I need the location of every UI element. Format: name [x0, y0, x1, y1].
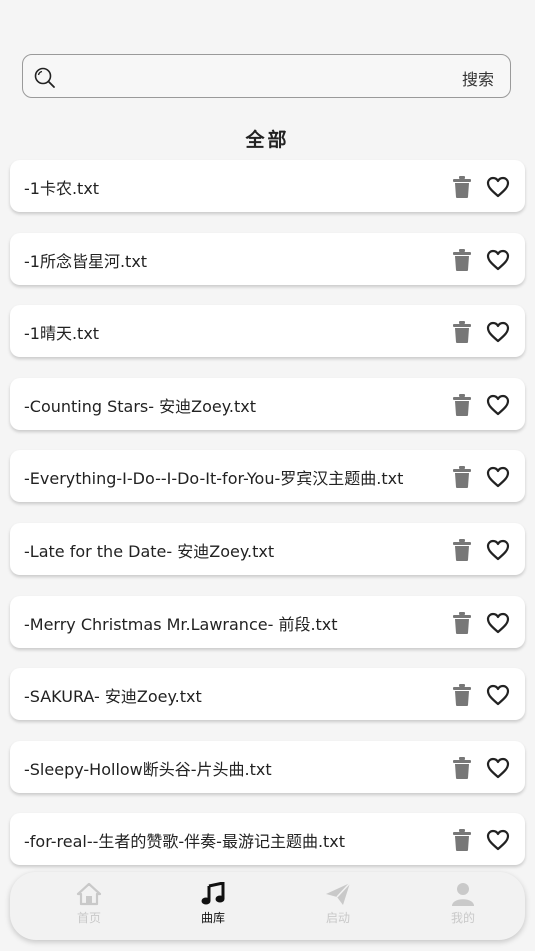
user-icon — [452, 883, 474, 906]
heart-icon[interactable] — [486, 321, 510, 343]
song-name: -Sleepy-Hollow断头谷-片头曲.txt — [24, 760, 272, 779]
song-list-item[interactable]: -for-real--生者的赞歌-伴奏-最游记主题曲.txt — [10, 813, 525, 865]
trash-icon[interactable] — [452, 393, 472, 417]
song-name: -Everything-I-Do--I-Do-It-for-You-罗宾汉主题曲… — [24, 469, 404, 488]
heart-icon[interactable] — [486, 394, 510, 416]
song-name: -1卡农.txt — [24, 179, 100, 198]
search-button[interactable]: 搜索 — [462, 66, 494, 90]
nav-item-launch[interactable]: 启动 — [298, 882, 378, 926]
heart-icon[interactable] — [486, 757, 510, 779]
nav-item-home[interactable]: 首页 — [49, 882, 129, 926]
trash-icon[interactable] — [452, 248, 472, 272]
trash-icon[interactable] — [452, 756, 472, 780]
song-name: -Merry Christmas Mr.Lawrance- 前段.txt — [24, 615, 338, 634]
song-list-item[interactable]: -Merry Christmas Mr.Lawrance- 前段.txt — [10, 596, 525, 648]
trash-icon[interactable] — [452, 611, 472, 635]
song-list-item[interactable]: -1晴天.txt — [10, 305, 525, 357]
trash-icon[interactable] — [452, 538, 472, 562]
song-name: -SAKURA- 安迪Zoey.txt — [24, 687, 202, 706]
search-bar: 搜索 — [22, 54, 511, 98]
trash-icon[interactable] — [452, 465, 472, 489]
search-input[interactable] — [63, 63, 447, 93]
heart-icon[interactable] — [486, 176, 510, 198]
song-name: -1晴天.txt — [24, 324, 100, 343]
song-list-item[interactable]: -Everything-I-Do--I-Do-It-for-You-罗宾汉主题曲… — [10, 450, 525, 502]
nav-label-mine: 我的 — [450, 911, 475, 925]
send-icon — [326, 882, 351, 905]
nav-item-library[interactable]: 曲库 — [173, 882, 253, 926]
home-icon — [76, 882, 102, 906]
music-note-icon — [201, 882, 225, 905]
trash-icon[interactable] — [452, 828, 472, 852]
heart-icon[interactable] — [486, 249, 510, 271]
song-list-item[interactable]: -1所念皆星河.txt — [10, 233, 525, 285]
song-list-item[interactable]: -Late for the Date- 安迪Zoey.txt — [10, 523, 525, 575]
trash-icon[interactable] — [452, 175, 472, 199]
section-title: 全部 — [245, 129, 290, 151]
heart-icon[interactable] — [486, 466, 510, 488]
song-name: -Counting Stars- 安迪Zoey.txt — [24, 397, 257, 416]
song-name: -Late for the Date- 安迪Zoey.txt — [24, 542, 275, 561]
heart-icon[interactable] — [486, 612, 510, 634]
heart-icon[interactable] — [486, 684, 510, 706]
song-name: -1所念皆星河.txt — [24, 252, 148, 271]
heart-icon[interactable] — [486, 539, 510, 561]
nav-label-library: 曲库 — [200, 911, 225, 925]
search-icon — [34, 67, 55, 88]
heart-icon[interactable] — [486, 829, 510, 851]
nav-item-mine[interactable]: 我的 — [423, 882, 503, 926]
song-list-item[interactable]: -Counting Stars- 安迪Zoey.txt — [10, 378, 525, 430]
trash-icon[interactable] — [452, 683, 472, 707]
song-list-item[interactable]: -SAKURA- 安迪Zoey.txt — [10, 668, 525, 720]
nav-label-launch: 启动 — [325, 911, 350, 925]
song-list-item[interactable]: -Sleepy-Hollow断头谷-片头曲.txt — [10, 741, 525, 793]
song-list-item[interactable]: -1卡农.txt — [10, 160, 525, 212]
song-name: -for-real--生者的赞歌-伴奏-最游记主题曲.txt — [24, 832, 346, 851]
bottom-nav: 首页 曲库 启动 我的 — [10, 872, 525, 940]
trash-icon[interactable] — [452, 320, 472, 344]
nav-label-home: 首页 — [76, 911, 101, 925]
